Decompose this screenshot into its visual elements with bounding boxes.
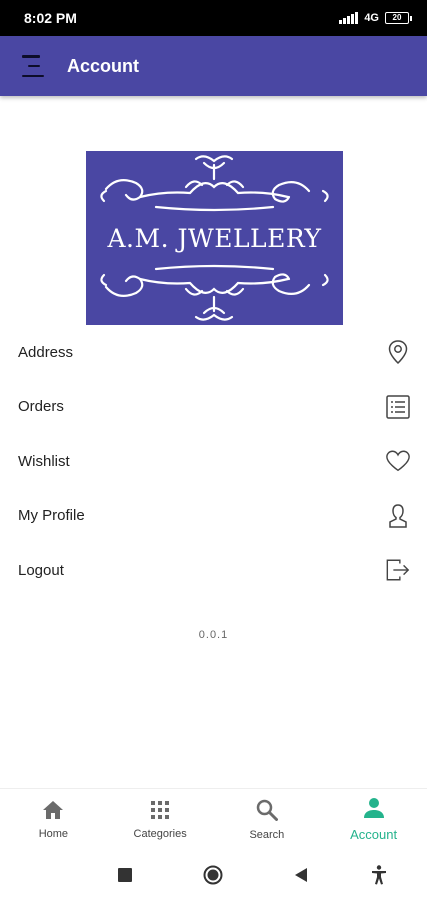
square-icon[interactable]: [118, 868, 132, 882]
menu-icon[interactable]: [22, 55, 46, 77]
menu-item-label: My Profile: [18, 507, 85, 525]
logo-text: A.M. JWELLERY: [107, 223, 322, 253]
nav-item-home[interactable]: Home: [0, 789, 107, 850]
menu-item-logout[interactable]: Logout: [0, 543, 427, 598]
system-nav: [0, 850, 427, 900]
nav-label: Categories: [133, 827, 187, 840]
page-title: Account: [67, 55, 139, 76]
menu-item-wishlist[interactable]: Wishlist: [0, 434, 427, 489]
circle-home-icon[interactable]: [203, 865, 223, 885]
account-icon: [363, 797, 385, 824]
menu-item-orders[interactable]: Orders: [0, 380, 427, 435]
list-icon: [385, 394, 411, 420]
logout-icon: [385, 557, 411, 583]
search-icon: [256, 799, 278, 826]
menu-item-my-profile[interactable]: My Profile: [0, 489, 427, 544]
menu-item-label: Address: [18, 343, 74, 361]
accessibility-icon[interactable]: [371, 865, 387, 885]
app-version: 0.0.1: [198, 629, 229, 641]
nav-label: Search: [249, 828, 285, 841]
menu-item-address[interactable]: Address: [0, 325, 427, 380]
nav-item-search[interactable]: Search: [214, 789, 321, 850]
home-icon: [42, 800, 64, 825]
nav-item-account[interactable]: Account: [320, 789, 427, 850]
battery-icon: 20: [385, 12, 412, 24]
bottom-nav: Home Categories Search Account: [0, 788, 427, 850]
nav-label: Account: [350, 827, 398, 842]
nav-item-categories[interactable]: Categories: [107, 789, 214, 850]
battery-level: 20: [392, 13, 402, 22]
location-pin-icon: [385, 339, 411, 365]
status-indicators: 4G 20: [339, 12, 412, 24]
signal-icon: [339, 12, 359, 24]
user-icon: [385, 503, 411, 529]
brand-logo: A.M. JWELLERY: [86, 151, 343, 325]
status-time: 8:02 PM: [24, 10, 77, 26]
account-menu: Address Orders Wishlist My Profile Logou…: [0, 325, 427, 598]
menu-item-label: Logout: [18, 561, 64, 579]
nav-label: Home: [38, 827, 69, 840]
menu-item-label: Orders: [18, 398, 64, 416]
status-bar: 8:02 PM 4G 20: [0, 0, 427, 36]
network-label: 4G: [364, 12, 379, 24]
back-triangle-icon[interactable]: [294, 867, 308, 883]
grid-icon: [150, 800, 170, 825]
heart-icon: [385, 448, 411, 474]
app-bar: Account: [0, 36, 427, 96]
menu-item-label: Wishlist: [18, 452, 70, 470]
